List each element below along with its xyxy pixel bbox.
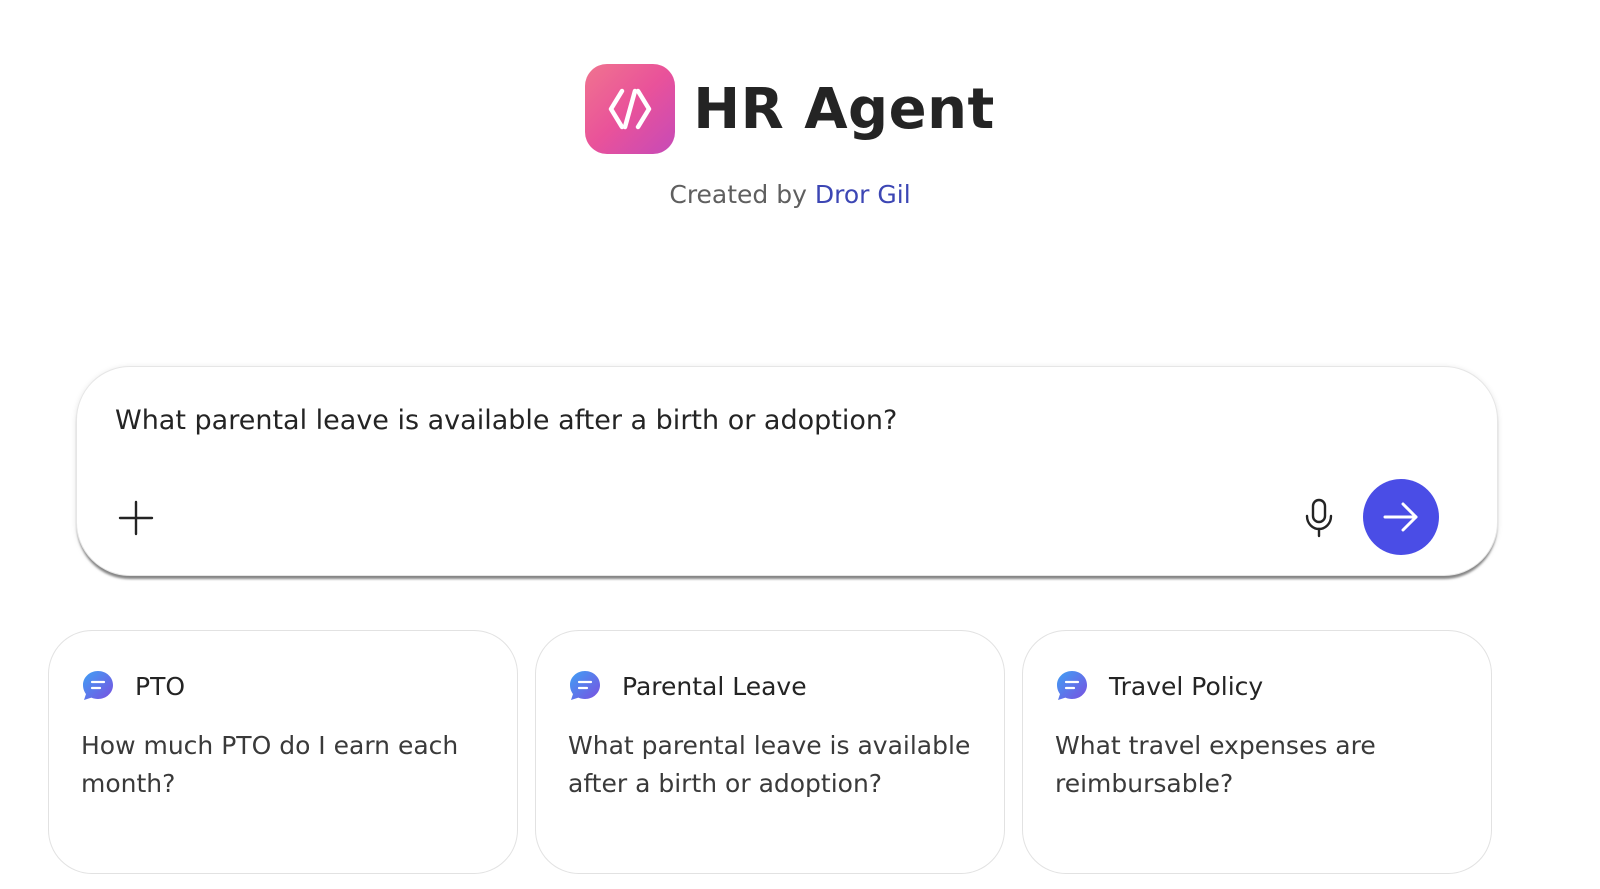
suggestion-cards: PTO How much PTO do I earn each month? P…: [48, 630, 1524, 874]
card-title: Parental Leave: [622, 671, 807, 701]
card-prompt: What parental leave is available after a…: [568, 731, 971, 798]
hr-agent-start-page: HR Agent Created by Dror Gil What parent…: [0, 0, 1600, 889]
microphone-button[interactable]: [1297, 495, 1341, 541]
byline-prefix: Created by: [669, 180, 807, 209]
author-link[interactable]: Dror Gil: [815, 180, 911, 209]
brand: HR Agent: [585, 64, 995, 154]
card-prompt: What travel expenses are reimbursable?: [1055, 731, 1376, 798]
card-header: Parental Leave: [568, 669, 807, 703]
app-header: HR Agent: [0, 64, 1580, 154]
code-brackets-icon: [585, 64, 676, 154]
app-title: HR Agent: [693, 76, 995, 142]
chat-bubble-icon: [1055, 669, 1089, 703]
add-attachment-button[interactable]: [115, 497, 157, 539]
card-header: PTO: [81, 669, 185, 703]
send-button[interactable]: [1363, 479, 1439, 555]
byline: Created by Dror Gil: [0, 180, 1580, 209]
card-prompt: How much PTO do I earn each month?: [81, 731, 459, 798]
suggestion-card-parental-leave[interactable]: Parental Leave What parental leave is av…: [535, 630, 1005, 874]
card-header: Travel Policy: [1055, 669, 1263, 703]
chat-bubble-icon: [81, 669, 115, 703]
message-input[interactable]: What parental leave is available after a…: [115, 405, 897, 436]
arrow-right-icon: [1383, 502, 1418, 532]
card-title: PTO: [135, 671, 186, 701]
suggestion-card-pto[interactable]: PTO How much PTO do I earn each month?: [48, 630, 518, 874]
chat-bubble-icon: [568, 669, 602, 703]
plus-icon: [118, 500, 154, 536]
suggestion-card-travel-policy[interactable]: Travel Policy What travel expenses are r…: [1022, 630, 1492, 874]
message-composer[interactable]: What parental leave is available after a…: [76, 366, 1498, 576]
card-title: Travel Policy: [1109, 671, 1264, 701]
microphone-icon: [1305, 498, 1333, 538]
